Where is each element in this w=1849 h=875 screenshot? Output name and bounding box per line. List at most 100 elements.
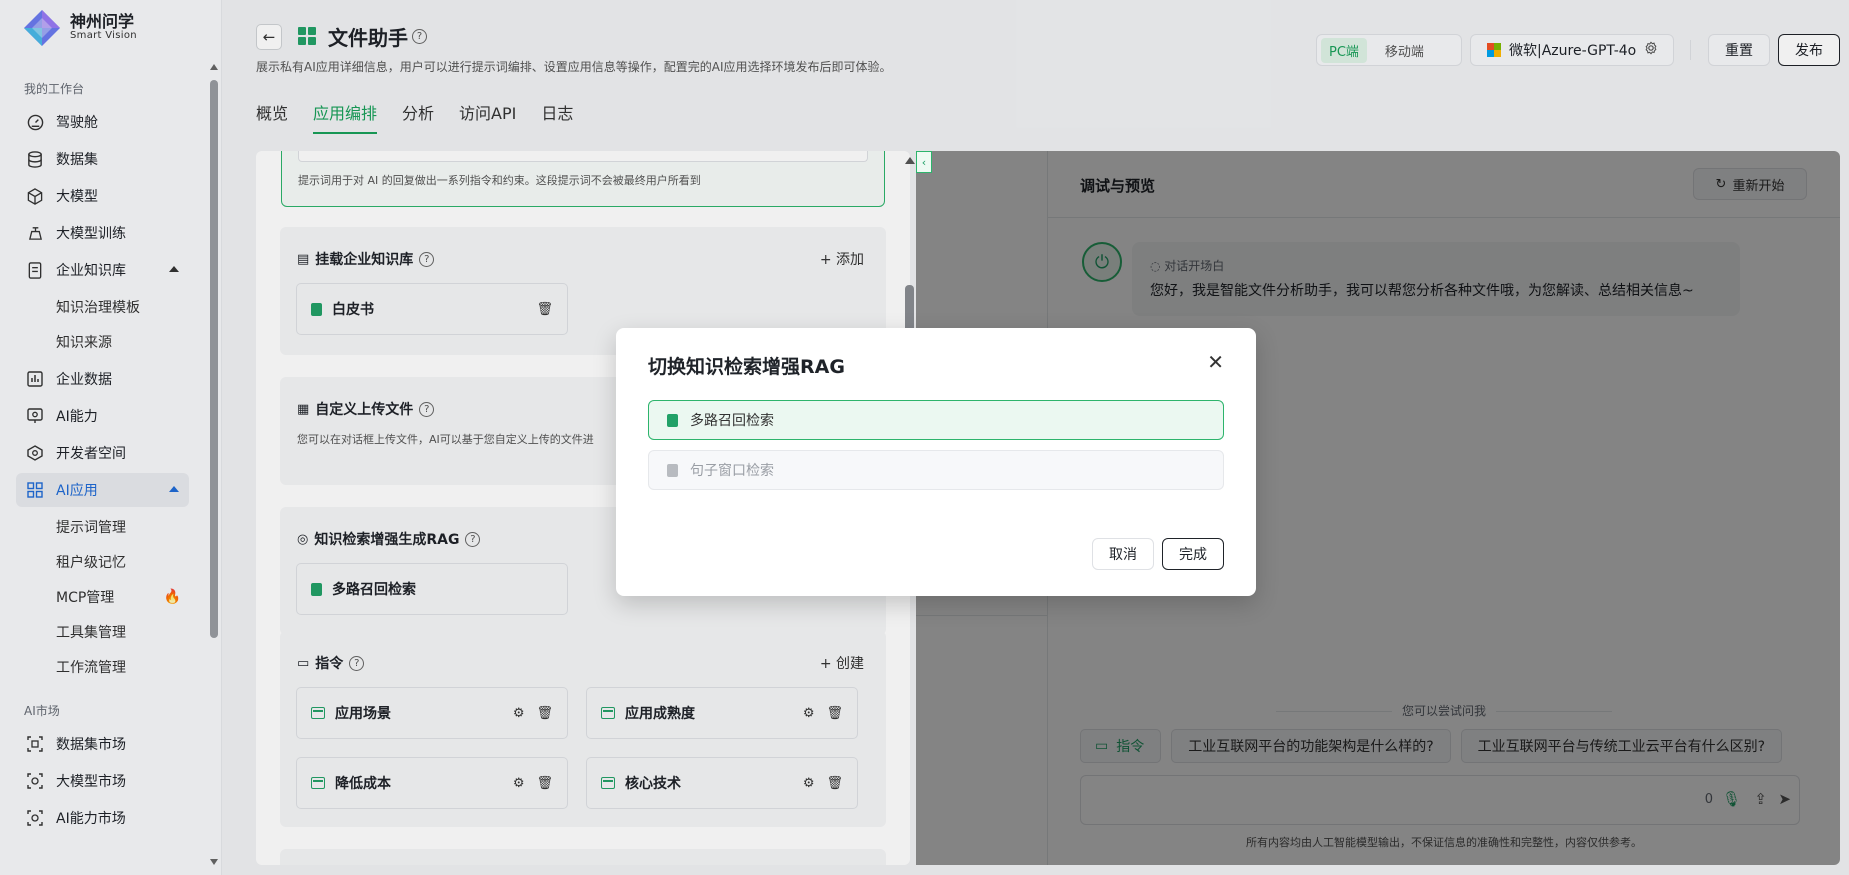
gear-icon[interactable] (1644, 41, 1658, 59)
prompt-textarea[interactable] (298, 151, 868, 162)
tab-overview[interactable]: 概览 (256, 100, 288, 134)
trash-icon[interactable]: 🗑 (826, 776, 843, 791)
sidebar-subitem-prompt[interactable]: 提示词管理 (16, 510, 189, 544)
sidebar-item-ai-ability[interactable]: AI能力 (16, 399, 189, 433)
rag-item[interactable]: 多路召回检索 (296, 563, 568, 615)
gear-icon[interactable]: ⚙ (803, 706, 815, 721)
sidebar-subitem-workflow[interactable]: 工作流管理 (16, 650, 189, 684)
platform-pc[interactable]: PC端 (1321, 37, 1367, 63)
scroll-up-icon[interactable] (905, 157, 915, 164)
sidebar-subitem-label: MCP管理 (56, 590, 115, 606)
sidebar-item-model-market[interactable]: 大模型市场 (16, 764, 189, 798)
option-sentence-window[interactable]: 句子窗口检索 (648, 450, 1224, 490)
rag-title: ◎ 知识检索增强生成RAG ? (297, 529, 481, 549)
sidebar: 神州问学 Smart Vision 我的工作台 驾驶舱 数据集 大模型 大模型训… (0, 0, 222, 875)
command-item[interactable]: 降低成本 ⚙ 🗑 (296, 757, 568, 809)
prompt-editor[interactable]: 提示词用于对 AI 的回复做出一系列指令和约束。这段提示词不会被最终用户所看到 (281, 151, 885, 207)
trash-icon[interactable]: 🗑 (536, 706, 553, 721)
sidebar-subitem-toolset[interactable]: 工具集管理 (16, 615, 189, 649)
tab-bar: 概览 应用编排 分析 访问API 日志 (256, 100, 598, 134)
file-icon: ▦ (297, 401, 310, 417)
upload-title: ▦ 自定义上传文件 ? (297, 399, 435, 419)
brand-name: 神州问学 (70, 12, 135, 32)
knowledge-icon (26, 261, 44, 279)
prompt-hint: 提示词用于对 AI 的回复做出一系列指令和约束。这段提示词不会被最终用户所看到 (298, 174, 701, 187)
model-name: 微软|Azure-GPT-4o (1509, 43, 1637, 59)
publish-button[interactable]: 发布 (1778, 34, 1840, 66)
sidebar-item-ai-market[interactable]: AI能力市场 (16, 801, 189, 835)
help-icon[interactable]: ? (412, 29, 427, 44)
command-item[interactable]: 应用场景 ⚙ 🗑 (296, 687, 568, 739)
kb-item[interactable]: 白皮书 🗑 (296, 283, 568, 335)
gear-icon[interactable]: ⚙ (803, 776, 815, 791)
model-market-icon (26, 772, 44, 790)
help-icon[interactable]: ? (419, 401, 435, 417)
sidebar-scrollbar[interactable] (208, 62, 220, 875)
platform-mobile[interactable]: 移动端 (1377, 38, 1432, 63)
sidebar-subitem-source[interactable]: 知识来源 (16, 325, 189, 359)
sidebar-item-model[interactable]: 大模型 (16, 179, 189, 213)
doc-green-icon (667, 413, 678, 427)
trash-icon[interactable]: 🗑 (536, 776, 553, 791)
scroll-down-icon[interactable] (210, 859, 218, 865)
scroll-thumb[interactable] (210, 80, 218, 638)
sidebar-item-label: 开发者空间 (56, 446, 126, 462)
close-icon[interactable]: ✕ (1207, 352, 1224, 372)
sidebar-item-label: 大模型 (56, 189, 98, 205)
command-title: ▭ 指令 ? (297, 653, 365, 673)
chevron-up-icon (169, 266, 179, 272)
command-icon: ▭ (297, 655, 310, 671)
model-selector[interactable]: 微软|Azure-GPT-4o (1470, 34, 1674, 66)
help-icon[interactable]: ? (419, 251, 435, 267)
tab-logs[interactable]: 日志 (541, 100, 573, 134)
sidebar-item-developer[interactable]: 开发者空间 (16, 436, 189, 470)
sidebar-item-training[interactable]: 大模型训练 (16, 216, 189, 250)
sidebar-item-ai-app[interactable]: AI应用 (16, 473, 189, 507)
command-green-icon (601, 777, 615, 789)
done-button[interactable]: 完成 (1162, 538, 1224, 570)
logo-icon (22, 8, 62, 48)
help-icon[interactable]: ? (465, 531, 481, 547)
collapse-panel-button[interactable]: ‹ (916, 151, 932, 173)
add-kb-button[interactable]: + 添加 (820, 249, 864, 269)
scroll-up-icon[interactable] (210, 64, 218, 70)
sidebar-item-label: 驾驶舱 (56, 115, 98, 131)
trash-icon[interactable]: 🗑 (826, 706, 843, 721)
trash-icon[interactable]: 🗑 (536, 302, 553, 317)
upload-desc: 您可以在对话框上传文件，AI可以基于您自定义上传的文件进 (297, 433, 594, 446)
gear-icon[interactable]: ⚙ (513, 706, 525, 721)
sidebar-subitem-mcp[interactable]: MCP管理 🔥 (16, 580, 189, 614)
sidebar-subitem-memory[interactable]: 租户级记忆 (16, 545, 189, 579)
dataset-market-icon (26, 735, 44, 753)
gear-icon[interactable]: ⚙ (513, 776, 525, 791)
dashboard-icon (26, 113, 44, 131)
sidebar-item-knowledge[interactable]: 企业知识库 (16, 253, 189, 287)
sidebar-subitem-governance[interactable]: 知识治理模板 (16, 290, 189, 324)
cancel-button[interactable]: 取消 (1092, 538, 1154, 570)
book-icon: ▤ (297, 251, 310, 267)
help-icon[interactable]: ? (349, 655, 365, 671)
reset-button[interactable]: 重置 (1708, 34, 1770, 66)
sidebar-item-dataset-market[interactable]: 数据集市场 (16, 727, 189, 761)
tab-api[interactable]: 访问API (459, 100, 516, 134)
command-green-icon (601, 707, 615, 719)
command-item[interactable]: 核心技术 ⚙ 🗑 (586, 757, 858, 809)
command-item[interactable]: 应用成熟度 ⚙ 🗑 (586, 687, 858, 739)
rag-icon: ◎ (297, 531, 309, 547)
back-button[interactable]: ← (256, 24, 282, 50)
sidebar-item-label: AI能力市场 (56, 811, 126, 827)
developer-icon (26, 444, 44, 462)
app-grid-icon (298, 27, 316, 45)
microsoft-logo-icon (1487, 43, 1501, 57)
brand-logo[interactable]: 神州问学 Smart Vision (22, 8, 137, 48)
chevron-up-icon (169, 486, 179, 492)
sidebar-item-dashboard[interactable]: 驾驶舱 (16, 105, 189, 139)
tab-orchestration[interactable]: 应用编排 (313, 100, 378, 134)
sidebar-menu: 我的工作台 驾驶舱 数据集 大模型 大模型训练 企业知识库 知识治理模板 知识来… (0, 62, 205, 875)
create-command-button[interactable]: + 创建 (820, 653, 864, 673)
sidebar-item-dataset[interactable]: 数据集 (16, 142, 189, 176)
tab-analysis[interactable]: 分析 (402, 100, 434, 134)
option-multi-recall[interactable]: 多路召回检索 (648, 400, 1224, 440)
section-workspace: 我的工作台 (24, 82, 85, 96)
sidebar-item-enterprise-data[interactable]: 企业数据 (16, 362, 189, 396)
